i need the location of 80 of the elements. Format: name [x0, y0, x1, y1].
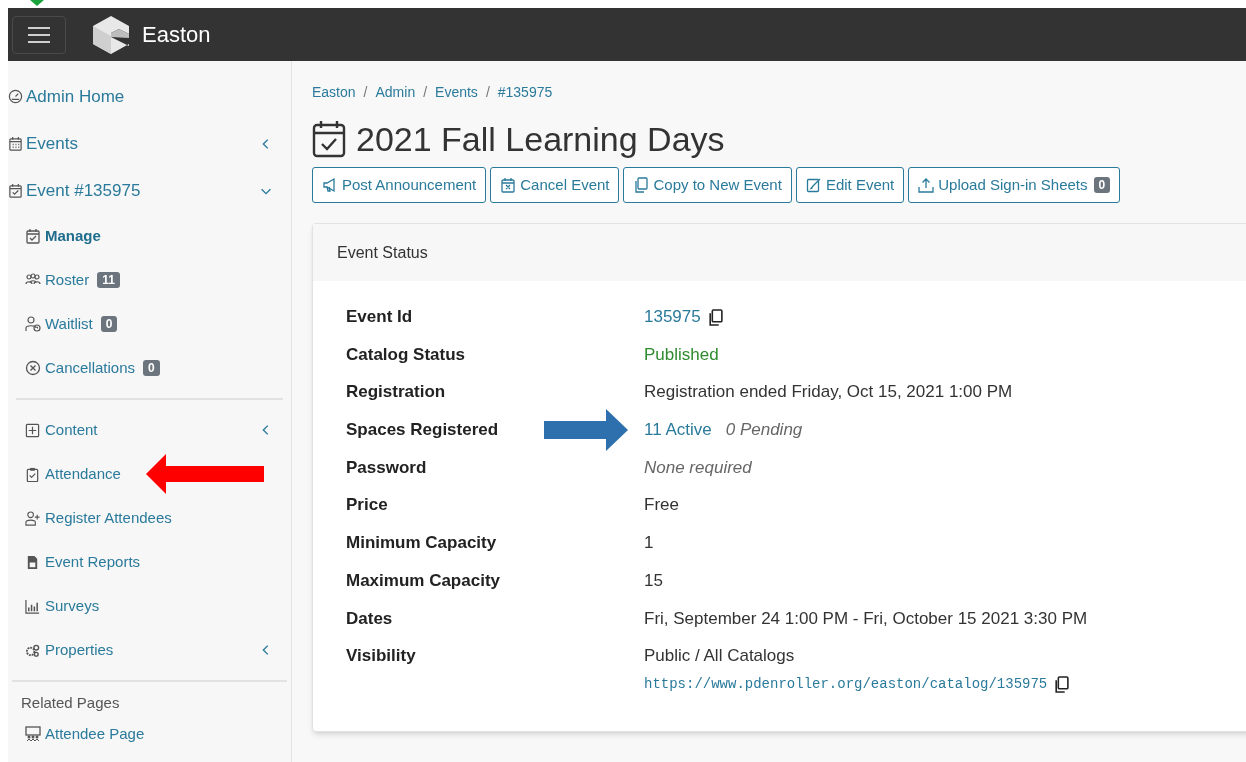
breadcrumb-separator: / [485, 82, 490, 102]
status-text: Published [644, 343, 719, 366]
field-label: Spaces Registered [346, 419, 500, 442]
field-label: Catalog Status [346, 343, 467, 366]
gauge-icon [8, 89, 23, 104]
user-clock-icon [25, 316, 41, 332]
breadcrumb-link[interactable]: Events [435, 81, 478, 103]
nav-link[interactable]: Cancellations [25, 356, 136, 380]
field-value: 15 [644, 569, 663, 592]
bar-chart-icon [25, 598, 40, 614]
count-badge: 0 [143, 360, 160, 376]
copy-icon [1053, 675, 1071, 693]
field-label: Price [346, 494, 389, 517]
field-value: None required [644, 456, 752, 479]
nav-link[interactable]: Events [8, 130, 78, 157]
marker-icon [30, 0, 44, 6]
nav-link[interactable]: Event #135975 [8, 177, 141, 204]
calendar-icon [8, 136, 23, 151]
calendar-x-icon [500, 177, 517, 193]
breadcrumb-link[interactable]: #135975 [497, 81, 553, 103]
breadcrumb-separator: / [423, 82, 428, 102]
logo-icon [90, 13, 132, 56]
calendar-check-icon [25, 228, 41, 244]
nav-link[interactable]: Attendee Page [25, 722, 145, 746]
calendar-check-icon [8, 183, 23, 198]
plus-square-icon [25, 422, 40, 438]
action-button[interactable]: Edit Event [795, 167, 905, 203]
upload-icon [918, 177, 935, 193]
nav-link[interactable]: Roster [25, 268, 90, 292]
presentation-icon [25, 726, 41, 742]
megaphone-icon [322, 177, 338, 193]
field-value: Public / All Catalogs [644, 645, 795, 668]
field-label: Registration [346, 381, 447, 404]
action-button[interactable]: Upload Sign-in Sheets 0 [908, 167, 1121, 203]
calendar-check-icon [312, 120, 346, 158]
nav-link[interactable]: Manage [25, 224, 101, 248]
clipboard-check-icon [25, 466, 40, 482]
nav-link[interactable]: Admin Home [8, 83, 125, 110]
nav-link[interactable]: Attendance [25, 462, 121, 486]
field-link[interactable]: 11 Active [644, 418, 712, 443]
gears-icon [25, 642, 40, 658]
url-link[interactable]: https://www.pdenroller.org/easton/catalog/135975 [644, 672, 1048, 697]
field-label: Maximum Capacity [346, 569, 501, 592]
copy-icon [633, 177, 650, 193]
breadcrumb-link[interactable]: Admin [375, 81, 416, 103]
nav-link[interactable]: Event Reports [25, 550, 141, 574]
nav-link[interactable]: Properties [25, 638, 114, 662]
field-label: Dates [346, 607, 394, 630]
action-button[interactable]: Post Announcement [312, 167, 487, 203]
count-badge: 0 [100, 316, 118, 332]
menu-icon [28, 26, 50, 43]
field-value: Registration ended Friday, Oct 15, 2021 1:00 PM [644, 381, 1013, 404]
count-badge: 11 [97, 272, 120, 288]
breadcrumb-link[interactable]: Easton [312, 81, 356, 103]
cancel-icon [25, 360, 41, 376]
field-label: Event Id [346, 306, 414, 328]
field-label: Password [346, 456, 428, 479]
card-title: Event Status [337, 242, 428, 263]
menu-button[interactable] [12, 15, 66, 54]
nav-link[interactable]: Surveys [25, 594, 100, 618]
edit-icon [805, 177, 822, 193]
field-value: Free [644, 494, 679, 517]
field-value: Fri, September 24 1:00 PM - Fri, October 15 2021 3:30 PM [644, 607, 1088, 630]
action-button[interactable]: Copy to New Event [623, 167, 792, 203]
user-plus-icon [25, 510, 40, 526]
count-badge: 0 [1093, 177, 1111, 193]
breadcrumb-separator: / [363, 82, 368, 102]
nav-link[interactable]: Register Attendees [25, 506, 172, 530]
report-icon [25, 554, 40, 570]
action-button[interactable]: Cancel Event [490, 167, 620, 203]
field-value: 1 [644, 532, 654, 555]
nav-link[interactable]: Waitlist [25, 312, 93, 336]
brand-name: Easton [142, 21, 211, 49]
page-title: 2021 Fall Learning Days [356, 118, 725, 160]
field-label: Minimum Capacity [346, 532, 498, 555]
section-heading: Related Pages [20, 692, 121, 713]
field-label: Visibility [346, 645, 417, 668]
nav-link[interactable]: Content [25, 418, 98, 442]
field-link[interactable]: 135975 [644, 305, 701, 329]
field-value: 0 Pending [725, 419, 803, 442]
